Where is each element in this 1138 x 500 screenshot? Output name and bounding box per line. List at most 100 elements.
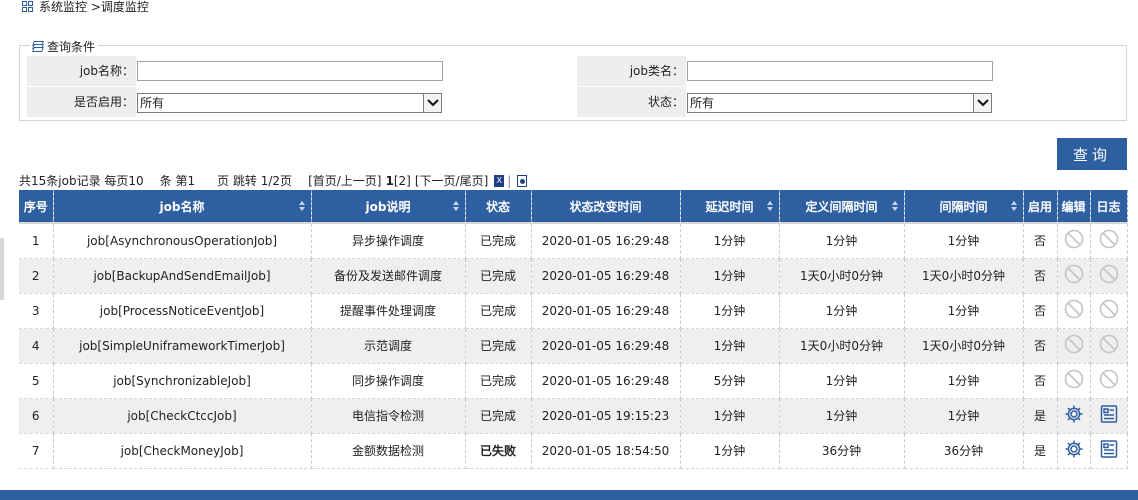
query-legend-text: 查询条件 xyxy=(47,40,96,54)
sort-icon[interactable] xyxy=(766,201,773,211)
log-icon[interactable] xyxy=(1099,404,1119,424)
job-table: 序号 job名称 job说明 状态 状态改变时间 延迟时间 定义间隔时间 间隔时… xyxy=(19,190,1128,469)
col-header-interval[interactable]: 间隔时间 xyxy=(904,190,1024,223)
cell-edit xyxy=(1057,433,1091,469)
pager-next-last[interactable]: [下一页/尾页] xyxy=(415,173,488,189)
cell-desc: 金额数据检测 xyxy=(311,433,466,469)
enabled-label: 是否启用： xyxy=(27,87,136,117)
col-header-name[interactable]: job名称 xyxy=(53,190,312,223)
col-header-def-interval[interactable]: 定义间隔时间 xyxy=(779,190,905,223)
table-row: 3 job[ProcessNoticeEventJob] 提醒事件处理调度 已完成 20… xyxy=(19,293,1128,329)
cell-log xyxy=(1090,293,1128,329)
cell-def-interval: 36分钟 xyxy=(779,433,905,469)
enabled-select[interactable]: 所有 xyxy=(137,93,442,113)
cell-interval: 1分钟 xyxy=(904,363,1024,399)
cell-status: 已完成 xyxy=(465,328,532,364)
cell-name: job[AsynchronousOperationJob] xyxy=(53,222,312,259)
pager-page-jump: 页 跳转 1/2页 xyxy=(217,174,293,188)
table-row: 6 job[CheckCtccJob] 电信指令检测 已完成 2020-01-05 19… xyxy=(19,398,1128,434)
cell-no: 7 xyxy=(19,433,54,469)
cell-name: job[SynchronizableJob] xyxy=(53,363,312,399)
job-name-label: job名称： xyxy=(27,56,136,86)
cell-no: 2 xyxy=(19,258,54,294)
cell-enabled: 否 xyxy=(1023,258,1058,294)
cell-delay: 1分钟 xyxy=(680,293,780,329)
cell-enabled: 否 xyxy=(1023,222,1058,259)
sort-icon[interactable] xyxy=(452,201,459,211)
cell-no: 6 xyxy=(19,398,54,434)
cell-def-interval: 1分钟 xyxy=(779,293,905,329)
cell-edit xyxy=(1057,258,1091,294)
cell-time: 2020-01-05 16:29:48 xyxy=(531,363,681,399)
cell-status: 已失败 xyxy=(465,433,532,469)
cell-desc: 提醒事件处理调度 xyxy=(311,293,466,329)
col-header-time: 状态改变时间 xyxy=(531,190,681,223)
cell-interval: 36分钟 xyxy=(904,433,1024,469)
chevron-down-icon[interactable] xyxy=(423,94,441,112)
cell-desc: 同步操作调度 xyxy=(311,363,466,399)
disabled-icon xyxy=(1099,229,1119,249)
cell-no: 5 xyxy=(19,363,54,399)
cell-status: 已完成 xyxy=(465,363,532,399)
cell-name: job[BackupAndSendEmailJob] xyxy=(53,258,312,294)
cell-delay: 1分钟 xyxy=(680,258,780,294)
document-export-icon[interactable] xyxy=(517,175,528,187)
pager: 共15条job记录 每页10 条 第1 页 跳转 1/2页 [首页/上一页] 1… xyxy=(19,173,528,189)
job-class-input[interactable] xyxy=(687,61,993,81)
scrollbar-thumb[interactable] xyxy=(0,238,4,300)
log-icon[interactable] xyxy=(1099,439,1119,459)
query-panel: 查询条件 job名称： job类名： 是否启用： 所有 状态： 所有 xyxy=(19,38,1127,121)
col-header-desc[interactable]: job说明 xyxy=(311,190,466,223)
sort-icon[interactable] xyxy=(1010,201,1017,211)
col-header-def-interval-text: 定义间隔时间 xyxy=(805,199,878,214)
pager-summary: 共15条job记录 每页10 xyxy=(19,174,144,188)
sort-icon[interactable] xyxy=(891,201,898,211)
cell-delay: 5分钟 xyxy=(680,363,780,399)
search-button[interactable]: 查询 xyxy=(1057,138,1127,170)
status-select[interactable]: 所有 xyxy=(687,93,992,113)
col-header-edit: 编辑 xyxy=(1057,190,1091,223)
disabled-icon xyxy=(1064,334,1084,354)
col-header-edit-text: 编辑 xyxy=(1061,199,1086,214)
breadcrumb: 系统监控 >调度监控 xyxy=(22,0,149,14)
col-header-status-text: 状态 xyxy=(485,199,510,214)
query-legend: 查询条件 xyxy=(30,38,99,55)
breadcrumb-text: 系统监控 >调度监控 xyxy=(39,0,149,14)
layers-icon xyxy=(32,41,44,52)
cell-time: 2020-01-05 18:54:50 xyxy=(531,433,681,469)
cell-time: 2020-01-05 19:15:23 xyxy=(531,398,681,434)
col-header-delay[interactable]: 延迟时间 xyxy=(680,190,780,223)
table-row: 4 job[SimpleUniframeworkTimerJob] 示范调度 已完成 2… xyxy=(19,328,1128,364)
disabled-icon xyxy=(1064,264,1084,284)
cell-def-interval: 1天0小时0分钟 xyxy=(779,258,905,294)
cell-name: job[CheckMoneyJob] xyxy=(53,433,312,469)
pager-first-prev[interactable]: [首页/上一页] xyxy=(308,173,381,189)
cell-log xyxy=(1090,433,1128,469)
cell-status: 已完成 xyxy=(465,222,532,259)
cell-name: job[SimpleUniframeworkTimerJob] xyxy=(53,328,312,364)
gear-icon[interactable] xyxy=(1064,439,1084,459)
cell-enabled: 否 xyxy=(1023,363,1058,399)
cell-log xyxy=(1090,222,1128,259)
disabled-icon xyxy=(1064,299,1084,319)
pager-other-page[interactable]: [2] xyxy=(394,173,411,189)
cell-log xyxy=(1090,328,1128,364)
chevron-down-icon[interactable] xyxy=(973,94,991,112)
cell-status: 已完成 xyxy=(465,293,532,329)
cell-time: 2020-01-05 16:29:48 xyxy=(531,258,681,294)
cell-time: 2020-01-05 16:29:48 xyxy=(531,328,681,364)
cell-def-interval: 1天0小时0分钟 xyxy=(779,328,905,364)
cell-no: 1 xyxy=(19,222,54,259)
col-header-status: 状态 xyxy=(465,190,532,223)
cell-interval: 1分钟 xyxy=(904,398,1024,434)
disabled-icon xyxy=(1064,229,1084,249)
cell-def-interval: 1分钟 xyxy=(779,222,905,259)
gear-icon[interactable] xyxy=(1064,404,1084,424)
excel-export-icon[interactable]: X xyxy=(494,175,505,187)
sort-icon[interactable] xyxy=(298,201,305,211)
job-name-input[interactable] xyxy=(137,61,443,81)
col-header-no: 序号 xyxy=(19,190,54,223)
cell-desc: 异步操作调度 xyxy=(311,222,466,259)
table-row: 1 job[AsynchronousOperationJob] 异步操作调度 已完成 2… xyxy=(19,222,1128,259)
cell-enabled: 否 xyxy=(1023,293,1058,329)
